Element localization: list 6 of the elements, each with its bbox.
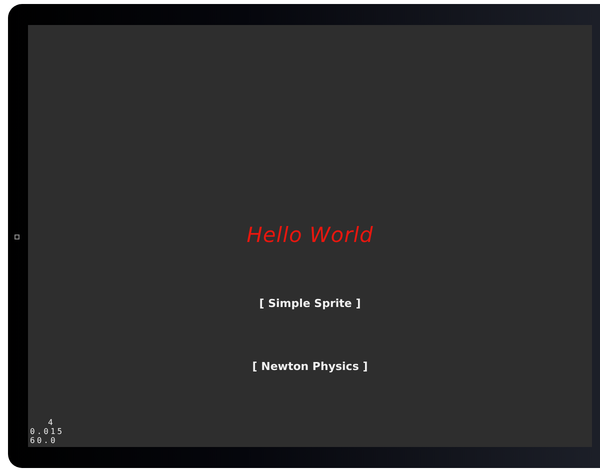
scene-title: Hello World — [246, 223, 374, 247]
stats-text: 0.015 — [30, 427, 64, 436]
stats-text: 4 — [47, 418, 56, 427]
menu-item[interactable]: [ Simple Sprite ] — [259, 297, 361, 310]
stats-text: 60.0 — [30, 436, 58, 445]
menu-item[interactable]: [ Newton Physics ] — [252, 360, 368, 373]
